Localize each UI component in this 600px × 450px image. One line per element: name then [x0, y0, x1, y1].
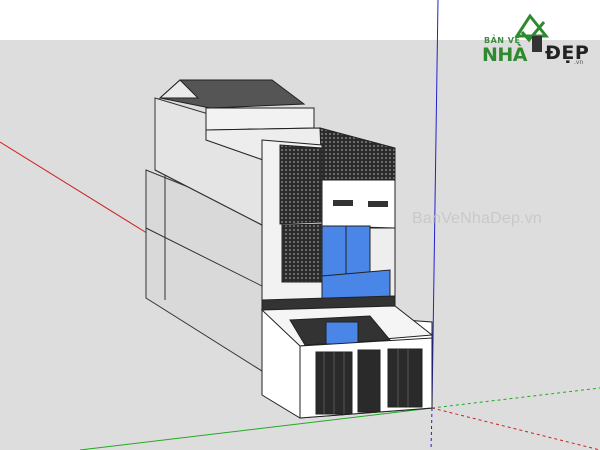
perforated-screen-lower: [281, 223, 323, 283]
terrace-pergola: [319, 127, 396, 181]
vent-slot-1: [333, 200, 353, 206]
gate-panel-3: [387, 348, 423, 408]
logo-nha-text: NHÀ: [482, 44, 528, 66]
logo-suffix-text: .vn: [574, 59, 584, 66]
ground-window: [325, 321, 359, 345]
gate-panel-2: [357, 349, 381, 413]
perforated-screen: [279, 144, 323, 225]
vent-slot-2: [368, 201, 388, 207]
site-logo: BẢN VẼ NHÀ ĐẸP .vn: [474, 10, 592, 72]
attic-block: [205, 107, 315, 131]
watermark: BanVeNhaDep.vn: [412, 210, 543, 227]
model-viewport[interactable]: BẢN VẼ NHÀ ĐẸP .vn BanVeNhaDep.vn: [0, 0, 600, 450]
